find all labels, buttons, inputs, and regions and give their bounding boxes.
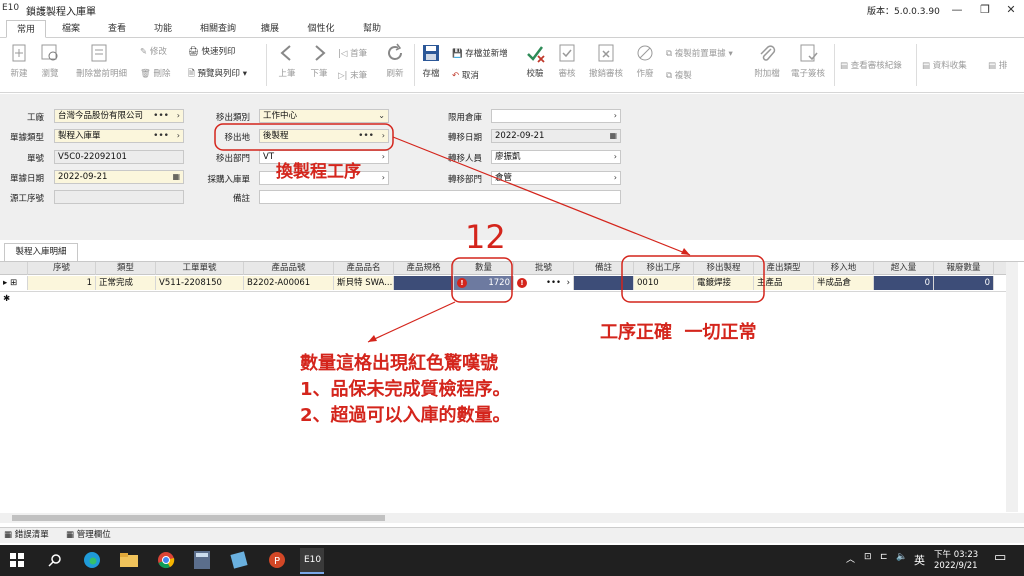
annotation-overlay (214, 123, 765, 343)
annotation-process-change: 換製程工序 (276, 162, 361, 182)
qty-highlight (451, 257, 513, 303)
arrow-line-qty (367, 301, 456, 343)
arrowhead-icon (681, 248, 690, 255)
out-place-highlight (214, 123, 394, 151)
annotation-number: 12 (465, 218, 506, 256)
process-highlight (621, 255, 765, 303)
annotation-warning-1: 數量這格出現紅色驚嘆號 (300, 353, 498, 374)
annotation-warning-2: 1、品保未完成質檢程序。 (300, 379, 511, 400)
arrow-line-process (392, 136, 691, 256)
arrowhead-icon (368, 335, 377, 342)
annotation-correct: 工序正確 一切正常 (600, 322, 757, 343)
annotation-warning-3: 2、超過可以入庫的數量。 (300, 405, 511, 426)
